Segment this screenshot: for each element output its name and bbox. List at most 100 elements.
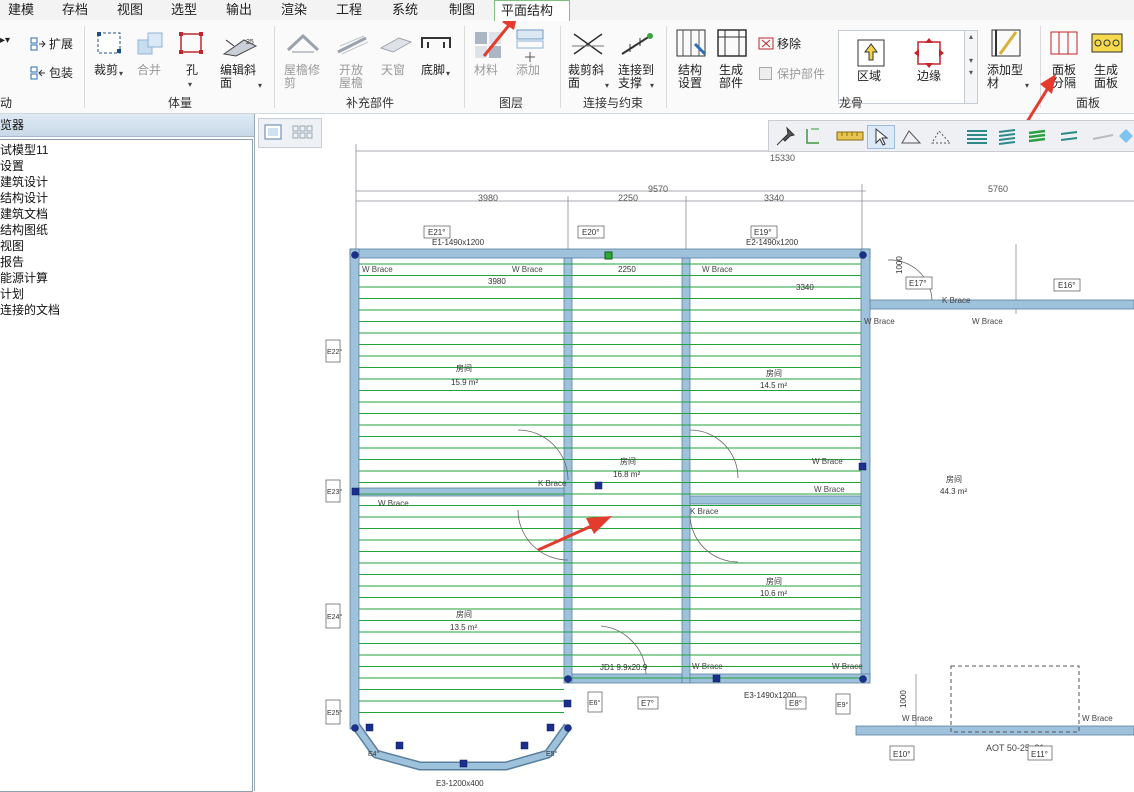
chevron-down-icon[interactable]: ▾ bbox=[258, 79, 262, 92]
room-name: 房间 bbox=[946, 474, 962, 484]
wall-label: W Brace bbox=[692, 662, 723, 671]
cut-slope-button[interactable]: 裁剪斜 面 bbox=[568, 64, 604, 90]
open-eave-label-2: 屋檐 bbox=[339, 76, 364, 90]
layer-stack-icon[interactable] bbox=[995, 125, 1019, 147]
tree-item-arch-design[interactable]: 建筑设计 bbox=[0, 175, 48, 190]
tree-item-settings[interactable]: 设置 bbox=[0, 159, 24, 174]
wall-label: W Brace bbox=[832, 662, 863, 671]
rotate-icon[interactable] bbox=[801, 125, 825, 147]
dim-inner-3: 3340 bbox=[796, 283, 814, 292]
tab-render[interactable]: 渲染 bbox=[275, 0, 313, 19]
group-label-layer: 图层 bbox=[498, 96, 523, 110]
wall-label: W Brace bbox=[512, 265, 543, 274]
tree-item-model[interactable]: 试模型11 bbox=[0, 143, 48, 158]
open-eave-button[interactable]: 开放 屋檐 bbox=[339, 64, 363, 90]
ruler-icon[interactable] bbox=[835, 125, 865, 147]
project-browser: 览器 试模型11 设置 建筑设计 结构设计 建筑文档 结构图纸 视图 报告 能源… bbox=[0, 114, 255, 792]
triangle-icon[interactable] bbox=[899, 125, 923, 147]
baseboard-button[interactable]: 底脚 bbox=[421, 64, 445, 77]
chevron-down-icon[interactable]: ▾ bbox=[650, 79, 654, 92]
tag-e3b: E3-1200x400 bbox=[436, 779, 484, 788]
wall-label: W Brace bbox=[814, 485, 845, 494]
dim-mid: 9570 bbox=[648, 184, 668, 194]
hole-icon bbox=[179, 32, 203, 54]
tree-item-struct-design[interactable]: 结构设计 bbox=[0, 191, 48, 206]
room-area: 13.5 m² bbox=[450, 623, 477, 632]
tab-selection[interactable]: 选型 bbox=[165, 0, 203, 19]
layer-stack-icon[interactable] bbox=[965, 125, 989, 147]
tab-modeling[interactable]: 建模 bbox=[2, 0, 40, 19]
skylight-icon bbox=[379, 37, 413, 53]
tag-e7: E7° bbox=[641, 699, 654, 708]
struct-setup-icon bbox=[676, 29, 707, 57]
tag-e21: E21° bbox=[428, 228, 445, 237]
tag-e10: E10° bbox=[893, 750, 910, 759]
selected-node[interactable] bbox=[604, 251, 613, 260]
tab-archive[interactable]: 存档 bbox=[56, 0, 94, 19]
connect-support-button[interactable]: 连接到 支撑 bbox=[618, 64, 654, 90]
gen-panel-icon bbox=[1091, 33, 1123, 53]
tab-system[interactable]: 系统 bbox=[386, 0, 424, 19]
dim-inner-1: 3980 bbox=[488, 277, 506, 286]
tree-item-energy[interactable]: 能源计算 bbox=[0, 271, 48, 286]
protect-checkbox[interactable] bbox=[759, 67, 772, 80]
tag-e23: E23° bbox=[327, 488, 342, 496]
gen-panel-button[interactable]: 生成 面板 bbox=[1094, 64, 1118, 90]
chevron-down-icon[interactable]: ▾ bbox=[605, 79, 609, 92]
tree-item-arch-docs[interactable]: 建筑文档 bbox=[0, 207, 48, 222]
tree-item-views[interactable]: 视图 bbox=[0, 239, 24, 254]
dropdown-arrow-icon[interactable]: ▸▾ bbox=[0, 34, 10, 47]
cut-button[interactable]: 裁剪 bbox=[94, 64, 118, 77]
tag-e11: E11° bbox=[1031, 750, 1048, 759]
group-label-partial: 动 bbox=[0, 96, 13, 110]
layer-green-icon[interactable] bbox=[1025, 125, 1049, 147]
tree-item-linked-docs[interactable]: 连接的文档 bbox=[0, 303, 60, 318]
baseboard-icon bbox=[421, 37, 451, 48]
layer-lines-icon[interactable] bbox=[1057, 125, 1081, 147]
tab-project[interactable]: 工程 bbox=[330, 0, 368, 19]
chevron-down-icon[interactable]: ▾ bbox=[188, 78, 192, 91]
tag-e4: E4° bbox=[368, 750, 380, 758]
remove-button[interactable]: 移除 bbox=[777, 38, 801, 51]
tree-item-plan[interactable]: 计划 bbox=[0, 287, 24, 302]
material-button[interactable]: 材料 bbox=[474, 64, 498, 77]
plane-icon[interactable] bbox=[1091, 125, 1115, 147]
struct-setup-button[interactable]: 结构 设置 bbox=[678, 64, 702, 90]
gallery-scroll[interactable]: ▴ ▾ ▾ bbox=[964, 30, 978, 104]
diamond-icon[interactable] bbox=[1117, 125, 1134, 147]
separator bbox=[274, 26, 275, 108]
select-tool[interactable] bbox=[867, 125, 895, 149]
wrap-button[interactable]: 包装 bbox=[49, 67, 73, 80]
tab-output[interactable]: 输出 bbox=[220, 0, 258, 19]
floor-plan: 15330 9570 3980 2250 3340 5760 AOT 50-25… bbox=[325, 144, 1134, 788]
dim-total: 15330 bbox=[770, 153, 795, 163]
dim-inner-2: 2250 bbox=[618, 265, 636, 274]
tree-item-struct-drawings[interactable]: 结构图纸 bbox=[0, 223, 48, 238]
region-button[interactable]: 区域 bbox=[857, 70, 881, 83]
chevron-down-icon[interactable]: ▾ bbox=[119, 67, 123, 80]
group-label-volume: 体量 bbox=[167, 96, 192, 110]
expand-button[interactable]: 扩展 bbox=[49, 38, 73, 51]
skylight-button[interactable]: 天窗 bbox=[381, 64, 405, 77]
dashed-triangle-icon[interactable] bbox=[929, 125, 953, 147]
project-tree[interactable]: 试模型11 设置 建筑设计 结构设计 建筑文档 结构图纸 视图 报告 能源计算 … bbox=[0, 139, 253, 792]
hole-button[interactable]: 孔 bbox=[186, 64, 198, 77]
merge-icon bbox=[137, 32, 163, 55]
dim-3: 3340 bbox=[764, 193, 784, 203]
tree-item-reports[interactable]: 报告 bbox=[0, 255, 24, 270]
room-area: 44.3 m² bbox=[940, 487, 967, 496]
edit-slope-button[interactable]: 编辑斜 面 bbox=[220, 64, 256, 90]
tag-e19: E19° bbox=[754, 228, 771, 237]
merge-button[interactable]: 合并 bbox=[137, 64, 161, 77]
tab-view[interactable]: 视图 bbox=[111, 0, 149, 19]
pin-icon[interactable] bbox=[773, 125, 797, 147]
tag-e9: E9° bbox=[837, 701, 849, 709]
chevron-down-icon[interactable]: ▾ bbox=[446, 67, 450, 80]
wall-label: K Brace bbox=[538, 479, 567, 488]
tag-e5: E5° bbox=[546, 750, 558, 758]
eave-trim-button[interactable]: 屋檐修 剪 bbox=[284, 64, 320, 90]
add-layer-button[interactable]: 添加 bbox=[516, 64, 540, 77]
gen-parts-button[interactable]: 生成 部件 bbox=[719, 64, 743, 90]
edge-button[interactable]: 边缘 bbox=[917, 70, 941, 83]
tab-floor-structure[interactable]: 平面结构 bbox=[494, 0, 570, 21]
